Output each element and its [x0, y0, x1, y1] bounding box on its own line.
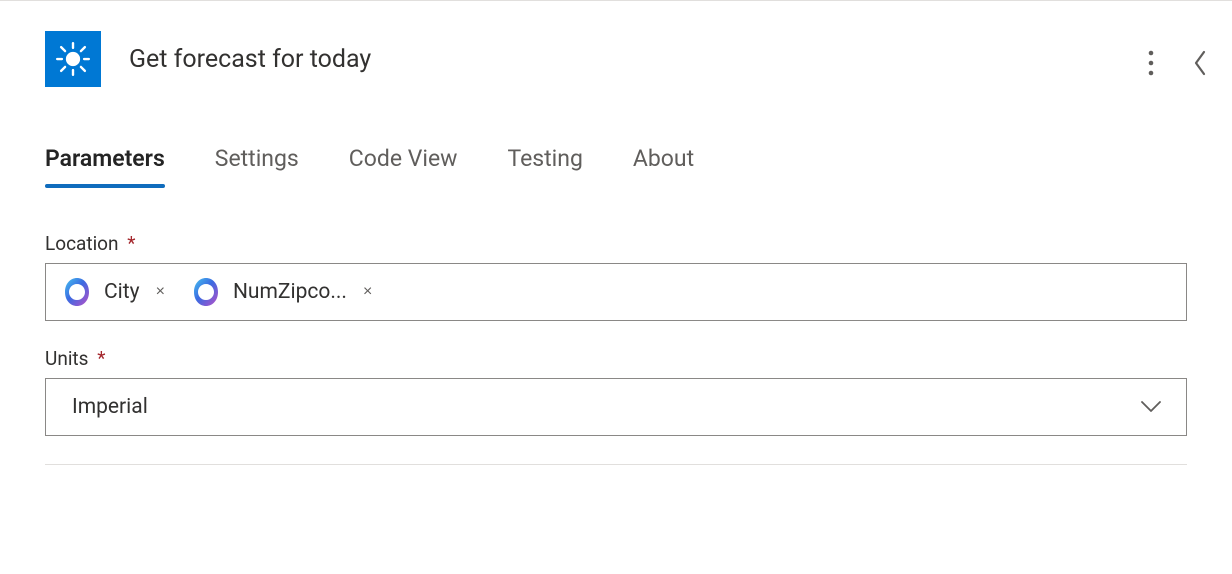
tab-parameters[interactable]: Parameters — [45, 145, 165, 188]
required-indicator: * — [97, 347, 105, 370]
section-divider — [45, 464, 1187, 465]
panel-header: Get forecast for today — [0, 1, 1232, 87]
units-selected-value: Imperial — [72, 395, 148, 419]
field-units: Units * Imperial — [45, 347, 1187, 436]
tab-testing[interactable]: Testing — [507, 145, 582, 188]
remove-token-button[interactable]: × — [150, 283, 171, 301]
collapse-panel-button[interactable] — [1188, 45, 1212, 81]
units-label-text: Units — [45, 347, 88, 370]
token-label: City — [104, 280, 140, 304]
field-location: Location * — [45, 232, 1187, 321]
copilot-icon — [60, 275, 94, 309]
units-select[interactable]: Imperial — [45, 378, 1187, 436]
location-input[interactable]: City × NumZipco... × — [45, 263, 1187, 321]
tab-strip: Parameters Settings Code View Testing Ab… — [0, 87, 1232, 188]
remove-token-button[interactable]: × — [357, 283, 378, 301]
location-label: Location * — [45, 232, 1187, 255]
location-label-text: Location — [45, 232, 119, 255]
parameters-form: Location * — [0, 188, 1232, 436]
more-options-button[interactable] — [1144, 46, 1158, 80]
required-indicator: * — [127, 232, 135, 255]
header-actions — [1144, 45, 1212, 81]
dynamic-token-city[interactable]: City × — [56, 273, 175, 311]
units-label: Units * — [45, 347, 1187, 370]
chevron-down-icon — [1140, 400, 1162, 414]
tab-settings[interactable]: Settings — [215, 145, 299, 188]
dynamic-token-numzipco[interactable]: NumZipco... × — [185, 273, 382, 311]
more-vertical-icon — [1148, 50, 1154, 76]
weather-sunny-icon — [45, 31, 101, 87]
panel-title: Get forecast for today — [129, 45, 371, 74]
chevron-left-icon — [1192, 49, 1208, 77]
token-label: NumZipco... — [233, 280, 347, 304]
tab-code-view[interactable]: Code View — [349, 145, 458, 188]
tab-about[interactable]: About — [633, 145, 694, 188]
action-config-panel: Get forecast for today Parameters Settin… — [0, 0, 1232, 574]
copilot-icon — [189, 275, 223, 309]
